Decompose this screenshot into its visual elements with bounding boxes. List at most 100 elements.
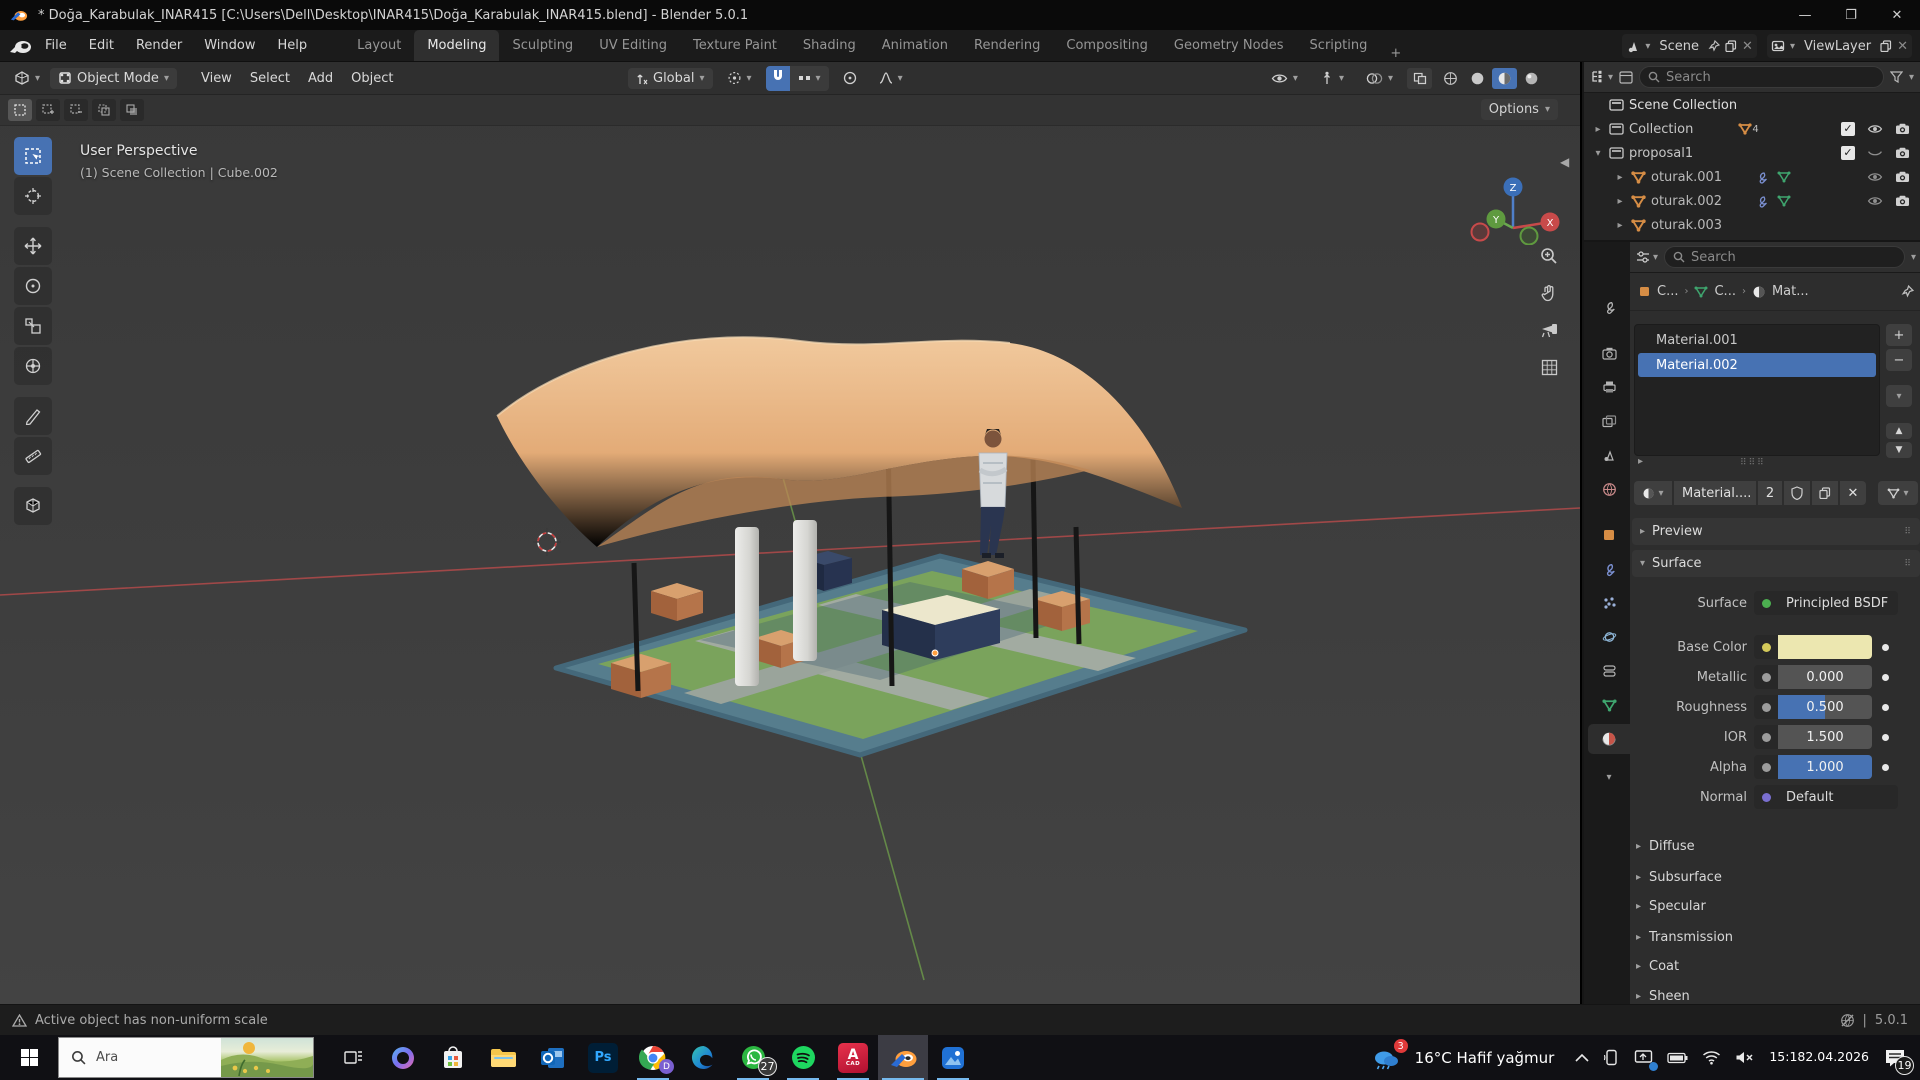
- menu-add[interactable]: Add: [300, 68, 341, 89]
- tab-layout[interactable]: Layout: [344, 30, 414, 61]
- properties-search-input[interactable]: Search: [1664, 246, 1905, 268]
- annotate-tool[interactable]: [14, 397, 52, 435]
- menu-help[interactable]: Help: [267, 30, 319, 61]
- editor-type-button[interactable]: ▾: [6, 68, 48, 88]
- scale-tool[interactable]: [14, 307, 52, 345]
- new-scene-icon[interactable]: [1725, 40, 1737, 52]
- coat-panel-header[interactable]: ▸Coat: [1636, 953, 1916, 979]
- tab-rendering[interactable]: Rendering: [961, 30, 1053, 61]
- proportional-falloff-dropdown[interactable]: ▾: [871, 68, 911, 88]
- base-color-socket[interactable]: [1754, 635, 1778, 659]
- sheen-panel-header[interactable]: ▸Sheen: [1636, 983, 1916, 1004]
- taskbar-store[interactable]: [428, 1035, 478, 1080]
- base-color-swatch[interactable]: [1778, 635, 1872, 659]
- transform-tool[interactable]: [14, 347, 52, 385]
- collection-checkbox[interactable]: ✓: [1841, 122, 1855, 136]
- tab-object-data[interactable]: [1588, 690, 1630, 720]
- expand-arrow-icon[interactable]: ▸: [1614, 172, 1626, 183]
- slot-expand-arrow[interactable]: ▸: [1638, 456, 1643, 467]
- unlink-scene-icon[interactable]: ✕: [1742, 39, 1753, 54]
- camera-render-icon[interactable]: [1895, 147, 1910, 159]
- task-view-button[interactable]: [328, 1035, 378, 1080]
- move-slot-down-button[interactable]: ▼: [1886, 442, 1912, 458]
- gizmo-minus-x-axis[interactable]: [1472, 224, 1489, 241]
- tab-modifiers[interactable]: [1588, 554, 1630, 584]
- new-viewlayer-icon[interactable]: [1880, 40, 1892, 52]
- diffuse-panel-header[interactable]: ▸Diffuse: [1636, 833, 1916, 859]
- breadcrumb-data[interactable]: C...: [1714, 284, 1735, 299]
- drag-grip-icon[interactable]: ⠿: [1904, 559, 1912, 569]
- 3d-viewport-canvas[interactable]: [0, 95, 1580, 1004]
- options-dropdown[interactable]: Options ▾: [1481, 99, 1558, 120]
- tab-modeling[interactable]: Modeling: [414, 30, 499, 61]
- viewlayer-selector[interactable]: ▾ ViewLayer ✕: [1767, 34, 1912, 58]
- chevron-down-icon[interactable]: ▾: [1911, 252, 1916, 263]
- tray-cast[interactable]: [1627, 1035, 1660, 1080]
- transmission-panel-header[interactable]: ▸Transmission: [1636, 924, 1916, 950]
- material-name-field[interactable]: Material....: [1674, 481, 1756, 505]
- shading-material-button[interactable]: [1492, 68, 1517, 89]
- subsurface-panel-header[interactable]: ▸Subsurface: [1636, 864, 1916, 890]
- animate-dot[interactable]: [1882, 674, 1889, 681]
- list-resize-grip[interactable]: ⠿⠿⠿: [1740, 458, 1766, 468]
- select-mode-invert-button[interactable]: [92, 99, 116, 121]
- pan-view-icon[interactable]: [1534, 278, 1564, 308]
- animate-dot[interactable]: [1882, 704, 1889, 711]
- link-target-dropdown[interactable]: ▾: [1878, 481, 1918, 505]
- alpha-socket[interactable]: [1754, 755, 1778, 779]
- gizmos-dropdown[interactable]: ▾: [1312, 68, 1352, 88]
- surface-shader-menu[interactable]: Principled BSDF: [1778, 591, 1898, 615]
- menu-window[interactable]: Window: [193, 30, 266, 61]
- tab-object[interactable]: [1588, 520, 1630, 550]
- tab-physics[interactable]: [1588, 622, 1630, 652]
- taskbar-outlook[interactable]: [528, 1035, 578, 1080]
- tray-battery[interactable]: [1660, 1035, 1695, 1080]
- news-interests-image[interactable]: [221, 1038, 313, 1077]
- surface-panel-header[interactable]: ▾ Surface ⠿: [1632, 550, 1920, 577]
- drag-grip-icon[interactable]: ⠿: [1904, 527, 1912, 537]
- transform-orientation-dropdown[interactable]: Global ▾: [628, 68, 713, 89]
- properties-editor-type-button[interactable]: ▾: [1636, 250, 1658, 264]
- 3d-viewport[interactable]: Options ▾ User Perspective (1) Scene Col…: [0, 95, 1580, 1004]
- menu-edit[interactable]: Edit: [78, 30, 125, 61]
- outliner-search-input[interactable]: Search: [1639, 66, 1884, 88]
- pin-icon[interactable]: [1708, 40, 1720, 52]
- eye-open-icon[interactable]: [1867, 171, 1883, 183]
- measure-tool[interactable]: [14, 437, 52, 475]
- outliner-editor-type-button[interactable]: ▾: [1590, 70, 1613, 84]
- material-slot-002[interactable]: Material.002: [1638, 353, 1876, 377]
- tab-output[interactable]: [1588, 372, 1630, 402]
- outliner-display-mode-button[interactable]: [1619, 71, 1633, 84]
- taskbar-copilot[interactable]: [378, 1035, 428, 1080]
- users-count-button[interactable]: 2: [1758, 481, 1782, 505]
- taskbar-blender-active[interactable]: [878, 1035, 928, 1080]
- tray-phone-link[interactable]: [1596, 1035, 1627, 1080]
- tab-world[interactable]: [1588, 474, 1630, 504]
- outliner-row-collection[interactable]: ▸ Collection 4 ✓: [1584, 117, 1920, 141]
- outliner-row-oturak-003[interactable]: ▸ oturak.003: [1584, 213, 1920, 237]
- animate-dot[interactable]: [1882, 644, 1889, 651]
- taskbar-photos[interactable]: [928, 1035, 978, 1080]
- object-visibility-dropdown[interactable]: ▾: [1263, 69, 1306, 88]
- browse-material-button[interactable]: ▾: [1634, 481, 1672, 505]
- expand-arrow-icon[interactable]: ▸: [1614, 196, 1626, 207]
- camera-view-icon[interactable]: [1534, 315, 1564, 345]
- specular-panel-header[interactable]: ▸Specular: [1636, 893, 1916, 919]
- blender-menu-logo-icon[interactable]: [8, 37, 34, 55]
- sidebar-collapse-arrow[interactable]: ◀: [1560, 155, 1569, 169]
- normal-socket[interactable]: [1754, 785, 1778, 809]
- camera-render-icon[interactable]: [1895, 123, 1910, 135]
- select-mode-set-button[interactable]: [8, 99, 32, 121]
- overlays-dropdown[interactable]: ▾: [1358, 69, 1401, 88]
- rotate-tool[interactable]: [14, 267, 52, 305]
- taskbar-autocad[interactable]: A CAD: [828, 1035, 878, 1080]
- tab-compositing[interactable]: Compositing: [1053, 30, 1161, 61]
- taskbar-spotify[interactable]: [778, 1035, 828, 1080]
- unlink-material-button[interactable]: ✕: [1840, 481, 1866, 505]
- tabs-overflow-chevron[interactable]: ▾: [1588, 762, 1630, 792]
- snap-toggle[interactable]: [766, 66, 790, 91]
- shading-rendered-button[interactable]: [1519, 68, 1544, 89]
- add-cube-tool[interactable]: [14, 487, 52, 525]
- snap-settings-dropdown[interactable]: ▾: [790, 66, 829, 91]
- hidden-icons-chevron[interactable]: [1568, 1035, 1596, 1080]
